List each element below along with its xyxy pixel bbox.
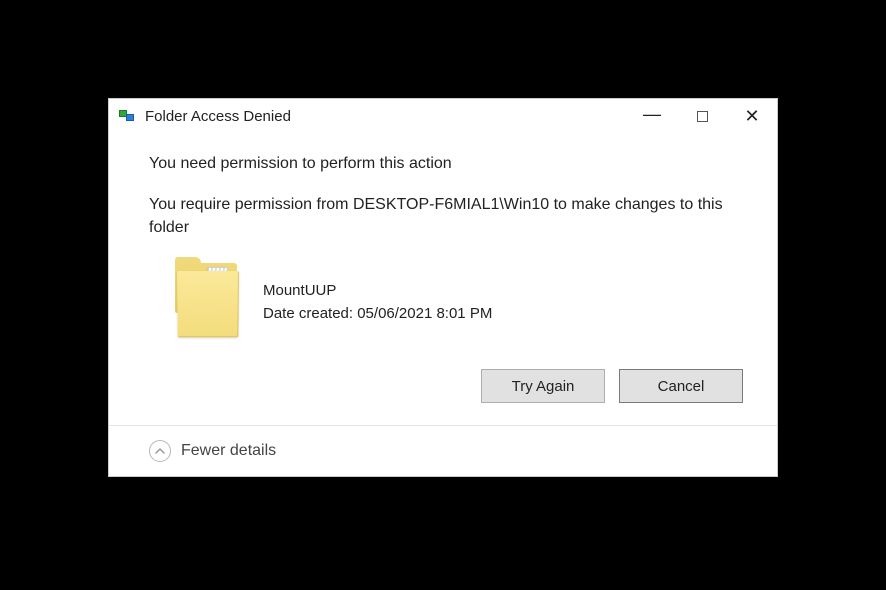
- cancel-button[interactable]: Cancel: [619, 369, 743, 403]
- folder-info: MountUUP Date created: 05/06/2021 8:01 P…: [263, 279, 492, 326]
- permission-heading: You need permission to perform this acti…: [149, 155, 745, 173]
- minimize-button[interactable]: —: [627, 99, 677, 134]
- window-controls: — ✕: [627, 99, 777, 134]
- folder-date: Date created: 05/06/2021 8:01 PM: [263, 302, 492, 325]
- dialog-footer: Fewer details: [109, 425, 777, 476]
- maximize-button[interactable]: [677, 99, 727, 134]
- dialog-content: You need permission to perform this acti…: [109, 135, 777, 425]
- minimize-icon: —: [643, 104, 661, 125]
- chevron-up-icon[interactable]: [149, 440, 171, 462]
- titlebar[interactable]: Folder Access Denied — ✕: [109, 99, 777, 135]
- maximize-icon: [697, 111, 708, 122]
- try-again-button[interactable]: Try Again: [481, 369, 605, 403]
- folder-row: MountUUP Date created: 05/06/2021 8:01 P…: [149, 257, 745, 347]
- dialog-window: Folder Access Denied — ✕ You need permis…: [108, 98, 778, 477]
- close-button[interactable]: ✕: [727, 99, 777, 134]
- button-row: Try Again Cancel: [149, 369, 745, 415]
- close-icon: ✕: [744, 106, 759, 127]
- date-created-value: 05/06/2021 8:01 PM: [357, 305, 492, 322]
- folder-name: MountUUP: [263, 279, 492, 302]
- window-title: Folder Access Denied: [145, 108, 627, 125]
- permission-message: You require permission from DESKTOP-F6MI…: [149, 193, 745, 239]
- folder-icon: [175, 257, 245, 347]
- fewer-details-toggle[interactable]: Fewer details: [181, 442, 276, 460]
- transfer-icon: [119, 109, 137, 125]
- date-created-label: Date created:: [263, 305, 357, 322]
